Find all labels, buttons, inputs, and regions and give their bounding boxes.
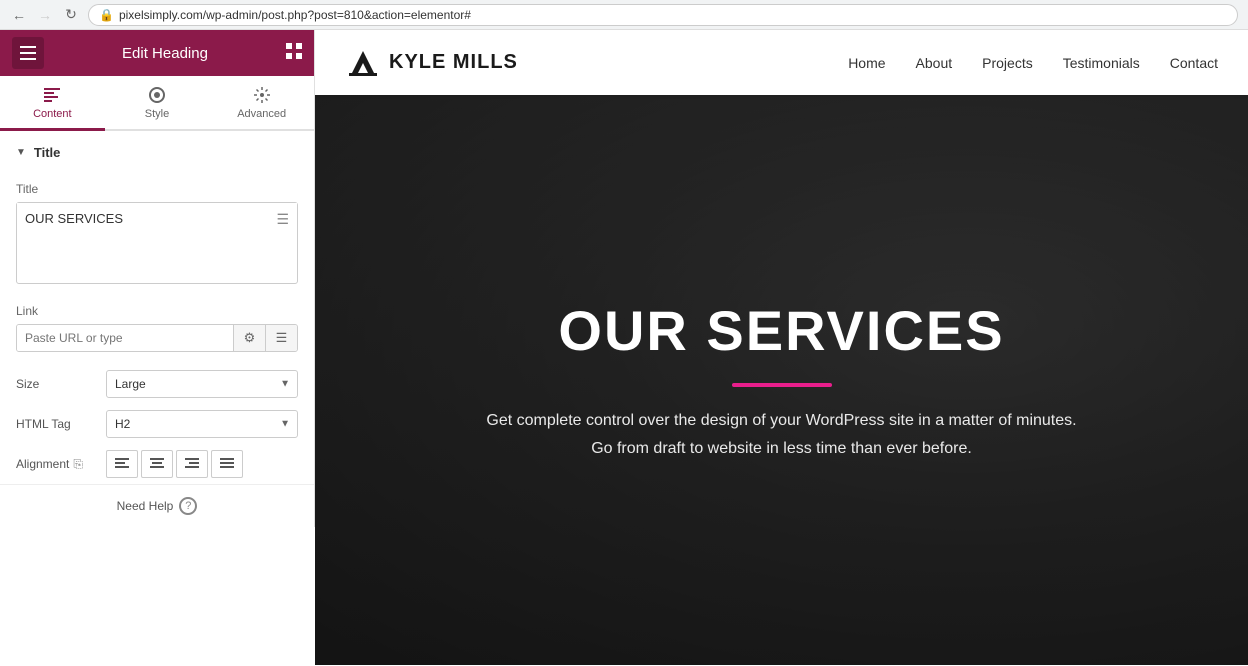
size-select-wrapper: Large Default Small Medium XL XXL ▼ <box>106 370 298 398</box>
main-area: Edit Heading <box>0 30 1248 666</box>
tab-style[interactable]: Style <box>105 76 210 131</box>
left-panel: Edit Heading <box>0 30 315 527</box>
title-textarea[interactable]: OUR SERVICES <box>17 203 297 278</box>
hero-content: OUR SERVICES Get complete control over t… <box>442 298 1122 461</box>
align-justify-button[interactable] <box>211 450 243 478</box>
tab-style-label: Style <box>145 108 169 120</box>
section-title-header[interactable]: ▼ Title <box>0 131 314 174</box>
title-label: Title <box>16 182 298 196</box>
align-right-button[interactable] <box>176 450 208 478</box>
hamburger-button[interactable] <box>12 37 44 69</box>
hero-subtitle: Get complete control over the design of … <box>482 407 1082 461</box>
link-settings-button[interactable]: ⚙ <box>233 325 265 351</box>
panel-title: Edit Heading <box>122 45 208 62</box>
alignment-label-wrapper: Alignment ⎘ <box>16 457 106 472</box>
tab-content-label: Content <box>33 108 72 120</box>
alignment-buttons <box>106 450 243 478</box>
alignment-field: Alignment ⎘ <box>0 444 314 484</box>
logo-mark-icon <box>345 45 381 81</box>
reload-button[interactable]: ↻ <box>62 6 80 24</box>
tab-advanced-label: Advanced <box>237 108 286 120</box>
screen-size-icon: ⎘ <box>73 457 83 472</box>
address-bar[interactable]: 🔒 pixelsimply.com/wp-admin/post.php?post… <box>88 4 1238 26</box>
help-icon-button[interactable]: ? <box>179 497 197 515</box>
tab-advanced[interactable]: Advanced <box>209 76 314 131</box>
title-textarea-wrapper: OUR SERVICES ☰ <box>16 202 298 284</box>
link-input[interactable] <box>17 325 233 351</box>
nav-testimonials[interactable]: Testimonials <box>1063 55 1140 71</box>
forward-button[interactable]: → <box>36 6 54 24</box>
nav-about[interactable]: About <box>916 55 953 71</box>
panel-tabs: Content Style Advanced <box>0 76 314 131</box>
link-dynamic-button[interactable]: ☰ <box>265 325 297 351</box>
panel-footer: Need Help ? <box>0 484 314 527</box>
left-panel-wrapper: Edit Heading <box>0 30 315 666</box>
nav-contact[interactable]: Contact <box>1170 55 1218 71</box>
help-text: Need Help <box>117 499 174 513</box>
hero-section: OUR SERVICES Get complete control over t… <box>315 95 1248 665</box>
hero-title: OUR SERVICES <box>558 298 1004 363</box>
size-label: Size <box>16 377 96 391</box>
html-tag-select[interactable]: H2 H1 H3 H4 H5 H6 div span p <box>106 410 298 438</box>
grid-button[interactable] <box>286 43 302 64</box>
panel-header: Edit Heading <box>0 30 314 76</box>
link-input-wrapper: ⚙ ☰ <box>16 324 298 352</box>
textarea-dynamic-icon[interactable]: ☰ <box>276 211 289 228</box>
help-icon-label: ? <box>185 500 191 512</box>
link-field: Link ⚙ ☰ <box>0 296 314 364</box>
nav-projects[interactable]: Projects <box>982 55 1033 71</box>
html-tag-label: HTML Tag <box>16 417 96 431</box>
preview-area: KYLE MILLS Home About Projects Testimoni… <box>315 30 1248 666</box>
tab-content[interactable]: Content <box>0 76 105 131</box>
section-arrow: ▼ <box>16 147 26 158</box>
logo-name: KYLE MILLS <box>389 51 518 74</box>
section-title-label: Title <box>34 145 61 160</box>
back-button[interactable]: ← <box>10 6 28 24</box>
title-field: Title OUR SERVICES ☰ <box>0 174 314 296</box>
url-text: pixelsimply.com/wp-admin/post.php?post=8… <box>119 8 471 22</box>
browser-chrome: ← → ↻ 🔒 pixelsimply.com/wp-admin/post.ph… <box>0 0 1248 30</box>
site-nav: Home About Projects Testimonials Contact <box>848 55 1218 71</box>
size-field: Size Large Default Small Medium XL XXL ▼ <box>0 364 314 404</box>
website-header: KYLE MILLS Home About Projects Testimoni… <box>315 30 1248 95</box>
lock-icon: 🔒 <box>99 8 114 22</box>
html-tag-select-wrapper: H2 H1 H3 H4 H5 H6 div span p ▼ <box>106 410 298 438</box>
panel-body: ▼ Title Title OUR SERVICES ☰ Link <box>0 131 314 484</box>
align-left-button[interactable] <box>106 450 138 478</box>
nav-home[interactable]: Home <box>848 55 885 71</box>
alignment-label: Alignment <box>16 457 69 471</box>
hero-divider <box>732 383 832 387</box>
link-label: Link <box>16 304 298 318</box>
size-select[interactable]: Large Default Small Medium XL XXL <box>106 370 298 398</box>
align-center-button[interactable] <box>141 450 173 478</box>
site-logo: KYLE MILLS <box>345 45 518 81</box>
html-tag-field: HTML Tag H2 H1 H3 H4 H5 H6 div span p <box>0 404 314 444</box>
